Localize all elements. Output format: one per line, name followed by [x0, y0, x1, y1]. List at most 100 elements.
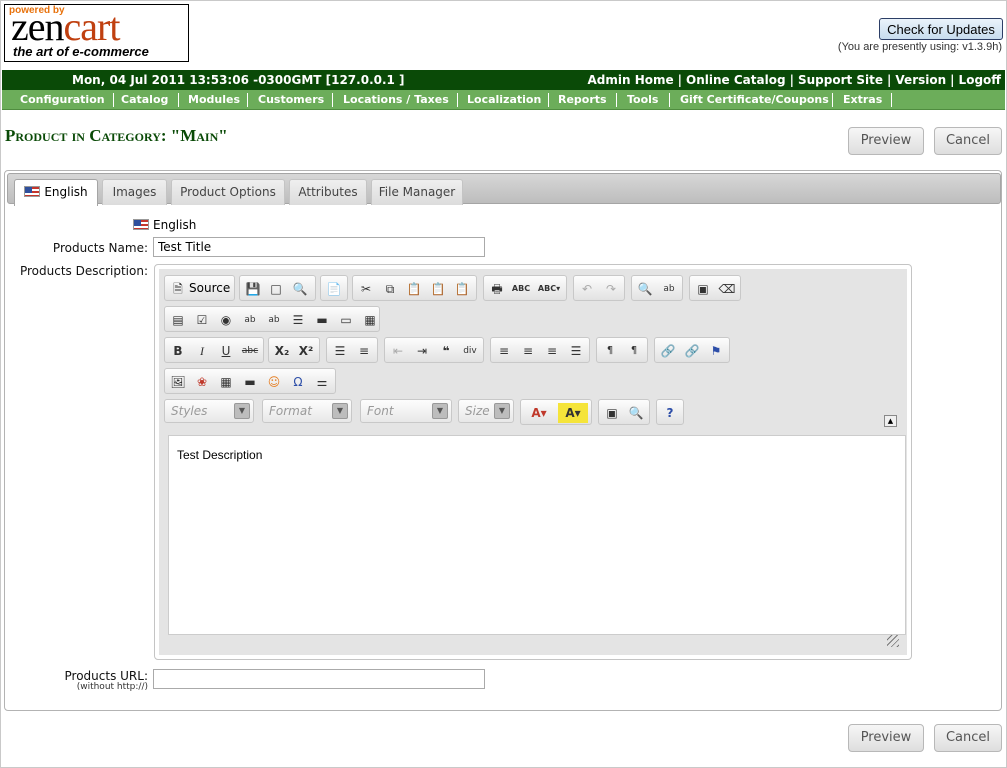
- chevron-down-icon: ▼: [494, 403, 510, 419]
- text-color-icon[interactable]: A▾: [524, 403, 554, 423]
- select-all-icon[interactable]: ▣: [693, 279, 713, 299]
- image-button-icon[interactable]: ▭: [336, 310, 356, 330]
- align-right-icon[interactable]: ≡: [542, 341, 562, 361]
- check-for-updates-button[interactable]: Check for Updates: [879, 18, 1003, 40]
- hidden-field-icon[interactable]: ▦: [360, 310, 380, 330]
- superscript-icon[interactable]: X²: [296, 341, 316, 361]
- subscript-icon[interactable]: X₂: [272, 341, 292, 361]
- support-site-link[interactable]: Support Site: [798, 73, 883, 87]
- bulleted-list-icon[interactable]: ≡: [354, 341, 374, 361]
- cancel-button-top[interactable]: Cancel: [934, 127, 1002, 155]
- products-url-note: (without http://): [76, 682, 148, 692]
- align-center-icon[interactable]: ≡: [518, 341, 538, 361]
- remove-format-icon[interactable]: ⌫: [717, 279, 737, 299]
- editor-content-area[interactable]: Test Description: [168, 435, 906, 635]
- find-icon[interactable]: 🔍: [635, 279, 655, 299]
- radio-icon[interactable]: ◉: [216, 310, 236, 330]
- version-link[interactable]: Version: [895, 73, 946, 87]
- paste-icon[interactable]: 📋: [404, 279, 424, 299]
- help-icon[interactable]: ?: [660, 403, 680, 423]
- menu-customers[interactable]: Customers: [258, 93, 324, 106]
- preview-button-top[interactable]: Preview: [848, 127, 924, 155]
- spellcheck-as-you-type-icon[interactable]: ABC▾: [535, 279, 563, 299]
- preview-icon[interactable]: 🔍: [290, 279, 310, 299]
- source-button[interactable]: Source: [189, 281, 230, 295]
- select-field-icon[interactable]: ☰: [288, 310, 308, 330]
- image-icon[interactable]: 🖼: [168, 372, 188, 392]
- menu-tools[interactable]: Tools: [627, 93, 658, 106]
- strikethrough-icon[interactable]: abc: [240, 341, 260, 361]
- undo-icon[interactable]: ↶: [577, 279, 597, 299]
- new-page-icon[interactable]: □: [266, 279, 286, 299]
- show-blocks-icon[interactable]: 🔍: [626, 403, 646, 423]
- online-catalog-link[interactable]: Online Catalog: [686, 73, 786, 87]
- tab-images[interactable]: Images: [102, 179, 167, 205]
- create-div-icon[interactable]: div: [460, 341, 480, 361]
- tab-product-options[interactable]: Product Options: [171, 179, 285, 205]
- align-left-icon[interactable]: ≡: [494, 341, 514, 361]
- menu-modules[interactable]: Modules: [188, 93, 240, 106]
- unlink-icon[interactable]: 🔗: [682, 341, 702, 361]
- menu-reports[interactable]: Reports: [558, 93, 607, 106]
- underline-icon[interactable]: U: [216, 341, 236, 361]
- numbered-list-icon[interactable]: ☰: [330, 341, 350, 361]
- menu-localization[interactable]: Localization: [467, 93, 541, 106]
- textarea-icon[interactable]: ab: [264, 310, 284, 330]
- menu-locations-taxes[interactable]: Locations / Taxes: [343, 93, 449, 106]
- justify-icon[interactable]: ☰: [566, 341, 586, 361]
- logoff-link[interactable]: Logoff: [959, 73, 1001, 87]
- table-icon[interactable]: ▦: [216, 372, 236, 392]
- tab-english[interactable]: English: [14, 179, 98, 206]
- menu-configuration[interactable]: Configuration: [20, 93, 105, 106]
- blockquote-icon[interactable]: ❝: [436, 341, 456, 361]
- spellcheck-icon[interactable]: ABC: [511, 279, 531, 299]
- smiley-icon[interactable]: ☺: [264, 372, 284, 392]
- styles-dropdown[interactable]: Styles ▼: [164, 399, 254, 423]
- replace-icon[interactable]: ab: [659, 279, 679, 299]
- ltr-icon[interactable]: ¶: [600, 341, 620, 361]
- anchor-flag-icon[interactable]: ⚑: [706, 341, 726, 361]
- indent-icon[interactable]: ⇥: [412, 341, 432, 361]
- page-break-icon[interactable]: ⚌: [312, 372, 332, 392]
- text-field-icon[interactable]: ab: [240, 310, 260, 330]
- zencart-logo[interactable]: powered by zencart the art of e-commerce: [4, 4, 189, 62]
- horizontal-rule-icon[interactable]: ▬: [240, 372, 260, 392]
- save-icon[interactable]: 💾: [243, 279, 263, 299]
- special-char-icon[interactable]: Ω: [288, 372, 308, 392]
- menu-catalog[interactable]: Catalog: [121, 93, 168, 106]
- redo-icon[interactable]: ↷: [601, 279, 621, 299]
- outdent-icon[interactable]: ⇤: [388, 341, 408, 361]
- size-dropdown[interactable]: Size ▼: [458, 399, 514, 423]
- resize-handle-icon[interactable]: [887, 635, 899, 647]
- bold-icon[interactable]: B: [168, 341, 188, 361]
- flash-icon[interactable]: ❀: [192, 372, 212, 392]
- menu-extras[interactable]: Extras: [843, 93, 882, 106]
- checkbox-icon[interactable]: ☑: [192, 310, 212, 330]
- font-dropdown[interactable]: Font ▼: [360, 399, 452, 423]
- link-icon[interactable]: 🔗: [658, 341, 678, 361]
- background-color-icon[interactable]: A▾: [558, 403, 588, 423]
- tab-file-manager[interactable]: File Manager: [371, 179, 463, 205]
- products-name-input[interactable]: [153, 237, 485, 257]
- italic-icon[interactable]: I: [192, 341, 212, 361]
- button-field-icon[interactable]: ▬: [312, 310, 332, 330]
- cancel-button-bottom[interactable]: Cancel: [934, 724, 1002, 752]
- menu-divider: [457, 93, 458, 107]
- preview-button-bottom[interactable]: Preview: [848, 724, 924, 752]
- products-url-input[interactable]: [153, 669, 485, 689]
- collapse-toolbar-icon[interactable]: ▲: [884, 415, 897, 427]
- paste-word-icon[interactable]: 📋: [452, 279, 472, 299]
- rtl-icon[interactable]: ¶: [624, 341, 644, 361]
- paste-text-icon[interactable]: 📋: [428, 279, 448, 299]
- templates-icon[interactable]: 📄: [324, 279, 344, 299]
- tab-attributes[interactable]: Attributes: [289, 179, 367, 205]
- admin-home-link[interactable]: Admin Home: [588, 73, 674, 87]
- format-dropdown[interactable]: Format ▼: [262, 399, 352, 423]
- print-icon[interactable]: 🖶: [487, 279, 507, 299]
- copy-icon[interactable]: ⧉: [380, 279, 400, 299]
- maximize-icon[interactable]: ▣: [602, 403, 622, 423]
- menu-gift-certificates[interactable]: Gift Certificate/Coupons: [680, 93, 829, 106]
- server-datetime: Mon, 04 Jul 2011 13:53:06 -0300GMT [127.…: [72, 73, 405, 87]
- form-icon[interactable]: ▤: [168, 310, 188, 330]
- cut-icon[interactable]: ✂: [356, 279, 376, 299]
